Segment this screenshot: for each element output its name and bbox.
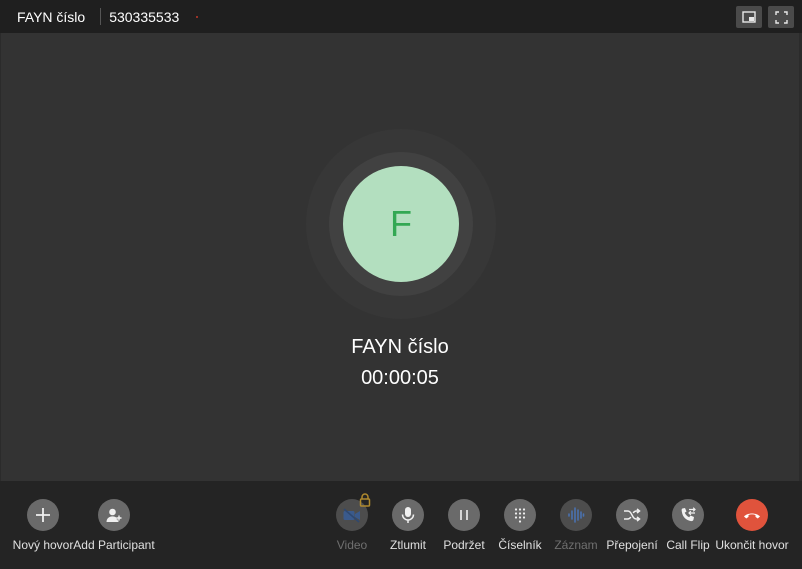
hold-circle[interactable] (448, 499, 480, 531)
plus-icon (36, 508, 50, 522)
call-duration: 00:00:05 (361, 367, 439, 389)
add-participant-button[interactable]: Add Participant (73, 481, 155, 552)
end-call-button[interactable]: Ukončit hovor (714, 481, 790, 552)
record-circle[interactable] (560, 499, 592, 531)
call-contact-name: FAYN číslo (351, 336, 449, 358)
header-caller-number: 530335533 (109, 8, 180, 25)
picture-in-picture-button[interactable] (736, 6, 762, 28)
add-participant-circle[interactable] (98, 499, 130, 531)
dialpad-button[interactable]: Číselník (496, 481, 544, 552)
pause-icon (460, 510, 468, 520)
mute-button[interactable]: Ztlumit (384, 481, 432, 552)
call-area: F FAYN číslo 00:00:05 (1, 33, 799, 481)
call-toolbar: Nový hovor Add Participant Video Ztlumit… (0, 481, 802, 569)
mute-label: Ztlumit (390, 538, 426, 552)
hold-button[interactable]: Podržet (440, 481, 488, 552)
dialpad-circle[interactable] (504, 499, 536, 531)
mute-circle[interactable] (392, 499, 424, 531)
end-call-label: Ukončit hovor (715, 538, 789, 552)
record-button[interactable]: Záznam (552, 481, 600, 552)
new-call-circle[interactable] (27, 499, 59, 531)
fullscreen-icon (774, 10, 788, 24)
transfer-label: Přepojení (606, 538, 658, 552)
call-flip-button[interactable]: Call Flip (664, 481, 712, 552)
call-flip-label: Call Flip (666, 538, 710, 552)
add-participant-label: Add Participant (73, 538, 155, 552)
waveform-icon (568, 507, 585, 523)
header-caller-name: FAYN číslo (17, 8, 86, 25)
dialpad-label: Číselník (498, 538, 542, 552)
lock-icon (359, 493, 371, 507)
new-call-label: Nový hovor (12, 538, 74, 552)
shuffle-icon (624, 508, 641, 522)
picture-in-picture-icon (742, 11, 756, 23)
phone-swap-icon (681, 507, 696, 522)
avatar: F (343, 166, 459, 282)
transfer-circle[interactable] (616, 499, 648, 531)
end-call-circle[interactable] (736, 499, 768, 531)
transfer-button[interactable]: Přepojení (600, 481, 664, 552)
title-bar: FAYN číslo 530335533 (0, 0, 802, 33)
status-dot (196, 16, 199, 18)
hold-label: Podržet (443, 538, 485, 552)
dialpad-icon (514, 508, 526, 523)
avatar-initial: F (390, 203, 412, 244)
add-person-icon (106, 508, 122, 522)
hang-up-icon (744, 513, 760, 519)
video-off-icon (343, 508, 360, 523)
video-button[interactable]: Video (328, 481, 376, 552)
call-flip-circle[interactable] (672, 499, 704, 531)
fullscreen-button[interactable] (768, 6, 794, 28)
video-label: Video (336, 538, 368, 552)
new-call-button[interactable]: Nový hovor (13, 481, 73, 552)
microphone-icon (401, 507, 415, 523)
record-label: Záznam (554, 538, 598, 552)
header-separator (100, 8, 102, 25)
video-circle[interactable] (336, 493, 371, 531)
